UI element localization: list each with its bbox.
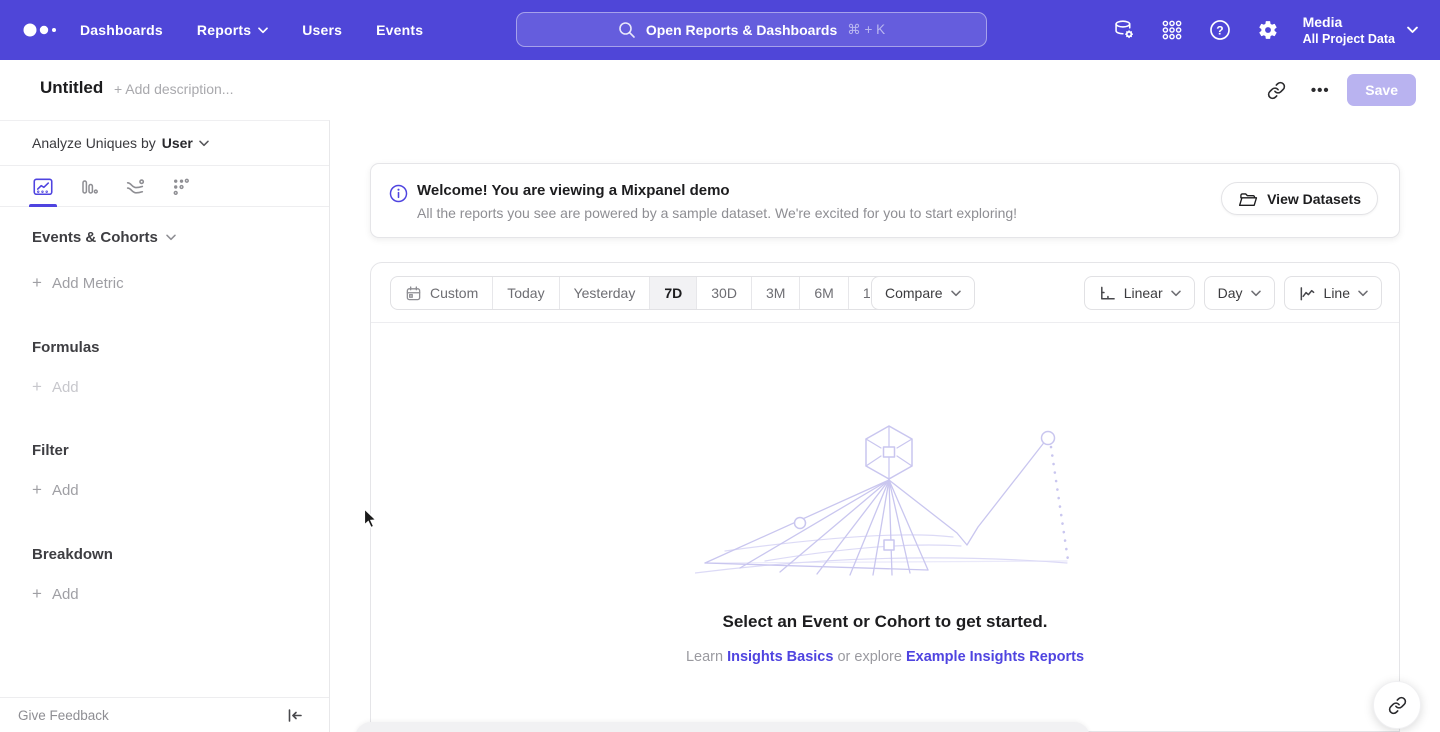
- breakdown-header: Breakdown: [32, 546, 329, 563]
- analyze-row: Analyze Uniques by User: [0, 121, 329, 166]
- share-link-fab[interactable]: [1373, 681, 1421, 729]
- line-chart-icon: [1298, 285, 1316, 302]
- search-bar[interactable]: Open Reports & Dashboards ⌘ + K: [516, 12, 987, 47]
- add-filter-button[interactable]: + Add: [32, 480, 329, 500]
- save-button[interactable]: Save: [1347, 74, 1416, 106]
- compare-button[interactable]: Compare: [871, 276, 975, 310]
- folder-icon: [1238, 190, 1258, 208]
- info-icon: [389, 184, 408, 203]
- project-name: Media: [1303, 14, 1395, 31]
- chevron-down-icon: [1171, 290, 1181, 297]
- top-nav-bar: Dashboards Reports Users Events Open Rep…: [0, 0, 1440, 60]
- chart-type-selector-button[interactable]: Line: [1284, 276, 1382, 310]
- range-30d[interactable]: 30D: [697, 277, 752, 309]
- nav-item-reports[interactable]: Reports: [197, 22, 268, 38]
- filter-header: Filter: [32, 442, 329, 459]
- nav-item-users[interactable]: Users: [302, 22, 342, 38]
- banner-title: Welcome! You are viewing a Mixpanel demo: [417, 182, 730, 199]
- events-cohorts-section: Events & Cohorts + Add Metric: [0, 229, 329, 293]
- scale-selector-button[interactable]: Linear: [1084, 276, 1195, 310]
- tab-retention-dots-icon[interactable]: [170, 166, 192, 207]
- visualization-tabs: [0, 166, 329, 207]
- bottom-sheet-peek[interactable]: [355, 722, 1090, 732]
- range-6m[interactable]: 6M: [800, 277, 848, 309]
- nav-right-group: ? Media All Project Data: [1111, 0, 1440, 60]
- empty-state-title: Select an Event or Cohort to get started…: [371, 612, 1399, 632]
- empty-state-links: Learn Insights Basics or explore Example…: [371, 649, 1399, 665]
- view-datasets-button[interactable]: View Datasets: [1221, 182, 1378, 215]
- chevron-down-icon: [1358, 290, 1368, 297]
- plus-icon: +: [32, 584, 42, 604]
- formulas-section: Formulas + Add: [0, 339, 329, 397]
- range-7d-selected[interactable]: 7D: [650, 277, 697, 309]
- range-today[interactable]: Today: [493, 277, 559, 309]
- tab-line-chart-icon[interactable]: [32, 166, 54, 207]
- primary-nav: Dashboards Reports Users Events: [80, 0, 423, 60]
- plus-icon: +: [32, 480, 42, 500]
- analyze-prefix-label: Analyze Uniques by: [32, 135, 156, 151]
- give-feedback-link[interactable]: Give Feedback: [18, 708, 109, 723]
- formulas-header: Formulas: [32, 339, 329, 356]
- report-header: Untitled + Add description... ••• Save: [0, 60, 1440, 120]
- empty-state-illustration: [695, 423, 1075, 578]
- learn-prefix-label: Learn: [686, 649, 727, 665]
- example-insights-reports-link[interactable]: Example Insights Reports: [906, 649, 1084, 665]
- tab-bar-chart-icon[interactable]: [78, 166, 100, 207]
- insights-basics-link[interactable]: Insights Basics: [727, 649, 833, 665]
- filter-section: Filter + Add: [0, 442, 329, 500]
- sidebar-footer: Give Feedback: [0, 697, 329, 732]
- nav-item-events[interactable]: Events: [376, 22, 423, 38]
- chevron-down-icon: [258, 27, 268, 34]
- banner-body: All the reports you see are powered by a…: [417, 205, 1017, 221]
- plus-icon: +: [32, 273, 42, 293]
- report-description-placeholder[interactable]: + Add description...: [114, 81, 233, 97]
- query-builder-sidebar: Analyze Uniques by User: [0, 120, 330, 732]
- search-shortcut: ⌘ + K: [847, 22, 885, 38]
- copy-link-icon[interactable]: [1259, 73, 1293, 107]
- report-title[interactable]: Untitled: [40, 78, 103, 98]
- data-management-icon[interactable]: [1111, 17, 1137, 43]
- chevron-down-icon: [1251, 290, 1261, 297]
- chevron-down-icon: [199, 140, 209, 147]
- project-scope: All Project Data: [1303, 31, 1395, 47]
- help-icon[interactable]: ?: [1207, 17, 1233, 43]
- collapse-sidebar-icon[interactable]: [287, 708, 303, 723]
- link-icon: [1388, 696, 1407, 715]
- plus-icon: +: [32, 377, 42, 397]
- chart-display-controls: Linear Day Line: [1084, 276, 1382, 310]
- nav-item-dashboards[interactable]: Dashboards: [80, 22, 163, 38]
- chart-controls-row: Custom Today Yesterday 7D 30D 3M 6M 12M …: [371, 263, 1399, 323]
- tab-flows-icon[interactable]: [124, 166, 146, 207]
- apps-grid-icon[interactable]: [1159, 17, 1185, 43]
- chevron-down-icon: [1407, 26, 1418, 34]
- header-actions: ••• Save: [1259, 60, 1416, 120]
- or-explore-label: or explore: [833, 649, 906, 665]
- add-metric-button[interactable]: + Add Metric: [32, 273, 329, 293]
- more-options-button[interactable]: •••: [1303, 73, 1337, 107]
- uniques-type-selector[interactable]: User: [162, 135, 209, 151]
- mixpanel-logo-icon[interactable]: [22, 22, 62, 38]
- events-cohorts-header[interactable]: Events & Cohorts: [32, 229, 329, 246]
- date-range-selector: Custom Today Yesterday 7D 30D 3M 6M 12M: [390, 276, 905, 310]
- project-switcher[interactable]: Media All Project Data: [1303, 14, 1418, 47]
- range-yesterday[interactable]: Yesterday: [560, 277, 651, 309]
- add-breakdown-button[interactable]: + Add: [32, 584, 329, 604]
- interval-selector-button[interactable]: Day: [1204, 276, 1275, 310]
- insights-report-card: Custom Today Yesterday 7D 30D 3M 6M 12M …: [370, 262, 1400, 732]
- breakdown-section: Breakdown + Add: [0, 546, 329, 604]
- range-custom[interactable]: Custom: [391, 277, 493, 309]
- chevron-down-icon: [166, 234, 176, 241]
- welcome-banner: Welcome! You are viewing a Mixpanel demo…: [370, 163, 1400, 238]
- svg-text:?: ?: [1216, 23, 1223, 37]
- chevron-down-icon: [951, 290, 961, 297]
- calendar-icon: [405, 285, 422, 302]
- add-formula-button[interactable]: + Add: [32, 377, 329, 397]
- range-3m[interactable]: 3M: [752, 277, 800, 309]
- settings-gear-icon[interactable]: [1255, 17, 1281, 43]
- search-placeholder: Open Reports & Dashboards: [646, 22, 837, 38]
- linear-axes-icon: [1098, 285, 1116, 302]
- search-icon: [618, 21, 636, 39]
